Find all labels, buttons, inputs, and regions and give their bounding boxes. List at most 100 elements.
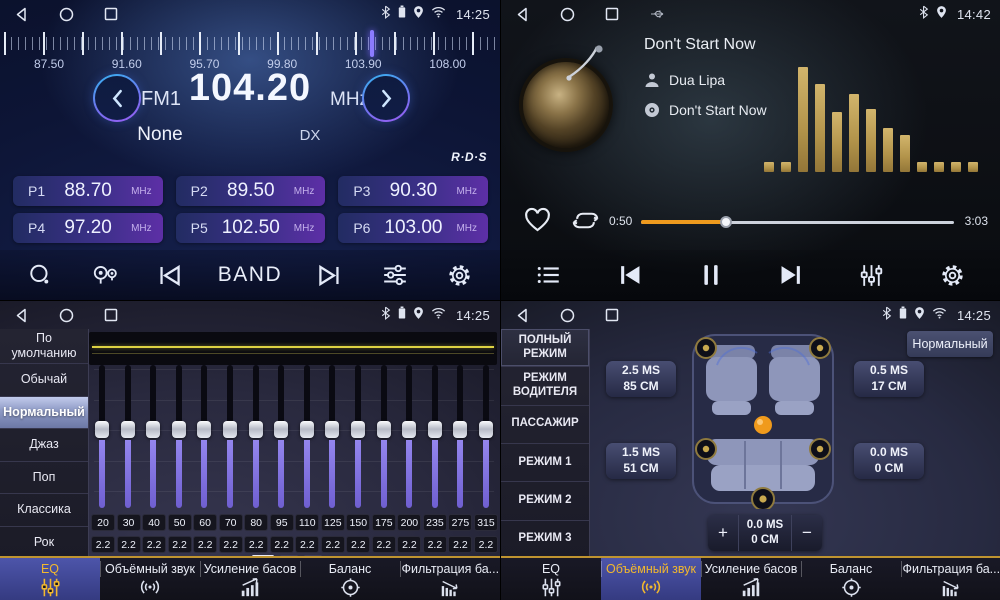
tab-bass-boost[interactable]: Усиление басов <box>701 558 801 600</box>
radio-preset-p2[interactable]: P289.50MHz <box>176 176 326 206</box>
increase-delay-button[interactable]: + <box>708 515 739 551</box>
nav-recents-icon[interactable] <box>104 7 118 21</box>
next-station-button[interactable] <box>313 264 347 287</box>
tab-eq[interactable]: EQ <box>0 558 100 600</box>
radio-preset-p4[interactable]: P497.20MHz <box>13 213 163 243</box>
slider-knob <box>146 421 160 438</box>
seek-bar[interactable] <box>641 218 954 226</box>
speaker-subwoofer[interactable] <box>752 488 774 509</box>
eq-band-slider[interactable] <box>375 363 393 511</box>
eq-band-slider[interactable] <box>119 363 137 511</box>
eq-preset-normal[interactable]: Нормальный <box>0 397 88 430</box>
seek-up-button[interactable] <box>362 74 410 122</box>
nav-home-icon[interactable] <box>560 7 575 22</box>
seek-knob[interactable] <box>720 216 732 228</box>
eq-preset-default[interactable]: По умолчанию <box>0 329 88 364</box>
status-time: 14:25 <box>456 7 490 22</box>
q-value: 2.2 <box>423 536 447 553</box>
tab-bass-boost[interactable]: Усиление басов <box>200 558 300 600</box>
eq-band-slider[interactable] <box>349 363 367 511</box>
eq-band-slider[interactable] <box>426 363 444 511</box>
elapsed-time: 0:50 <box>609 214 632 228</box>
eq-band-slider[interactable] <box>144 363 162 511</box>
tab-filtering[interactable]: Фильтрация ба... <box>400 558 500 600</box>
next-track-button[interactable] <box>774 263 808 287</box>
balance-icon <box>841 577 862 597</box>
nav-recents-icon[interactable] <box>605 7 619 21</box>
mode-mode1[interactable]: РЕЖИМ 1 <box>501 444 589 482</box>
balance-icon <box>340 577 361 597</box>
nav-recents-icon[interactable] <box>605 308 619 322</box>
eq-preset-classic[interactable]: Классика <box>0 494 88 527</box>
repeat-icon[interactable] <box>571 209 600 237</box>
scan-button[interactable] <box>23 263 57 287</box>
eq-band-slider[interactable] <box>247 363 265 511</box>
mode-driver[interactable]: РЕЖИМ ВОДИТЕЛЯ <box>501 367 589 405</box>
speaker-rear-right[interactable] <box>810 439 830 459</box>
pause-button[interactable] <box>694 262 728 288</box>
mode-mode3[interactable]: РЕЖИМ 3 <box>501 521 589 558</box>
eq-band-slider[interactable] <box>298 363 316 511</box>
rear-right-delay-box[interactable]: 0.0 MS 0 CM <box>854 443 924 479</box>
eq-band-slider[interactable] <box>195 363 213 511</box>
speaker-rear-left[interactable] <box>696 439 716 459</box>
nav-back-icon[interactable] <box>14 7 29 22</box>
eq-preset-jazz[interactable]: Джаз <box>0 429 88 462</box>
tab-balance[interactable]: Баланс <box>801 558 901 600</box>
frequency-scale[interactable] <box>0 32 500 56</box>
radio-preset-p1[interactable]: P188.70MHz <box>13 176 163 206</box>
favorite-heart-icon[interactable] <box>523 207 552 238</box>
seek-down-button[interactable] <box>93 74 141 122</box>
nav-back-icon[interactable] <box>515 7 530 22</box>
front-right-delay-box[interactable]: 0.5 MS 17 CM <box>854 361 924 397</box>
eq-preset-pop[interactable]: Поп <box>0 462 88 495</box>
radio-preset-p6[interactable]: P6103.00MHz <box>338 213 488 243</box>
tab-surround-sound[interactable]: Объёмный звук <box>601 558 701 600</box>
settings-gear-icon[interactable] <box>443 263 477 288</box>
eq-preset-rock[interactable]: Рок <box>0 527 88 559</box>
radio-preset-p5[interactable]: P5102.50MHz <box>176 213 326 243</box>
nav-home-icon[interactable] <box>59 308 74 323</box>
mode-passenger[interactable]: ПАССАЖИР <box>501 406 589 444</box>
playlist-button[interactable] <box>532 264 566 286</box>
delay-cm: 85 CM <box>623 379 658 395</box>
rear-left-delay-box[interactable]: 1.5 MS 51 CM <box>606 443 676 479</box>
eq-band-slider[interactable] <box>170 363 188 511</box>
eq-band-slider[interactable] <box>323 363 341 511</box>
tab-filtering[interactable]: Фильтрация ба... <box>901 558 1000 600</box>
radio-preset-p3[interactable]: P390.30MHz <box>338 176 488 206</box>
previous-track-button[interactable] <box>613 263 647 287</box>
eq-band-slider[interactable] <box>477 363 495 511</box>
speaker-front-left[interactable] <box>696 338 716 358</box>
nav-recents-icon[interactable] <box>104 308 118 322</box>
front-left-delay-box[interactable]: 2.5 MS 85 CM <box>606 361 676 397</box>
tab-surround-sound[interactable]: Объёмный звук <box>100 558 200 600</box>
eq-band-slider[interactable] <box>451 363 469 511</box>
nav-back-icon[interactable] <box>515 308 530 323</box>
band-button[interactable]: BAND <box>218 263 282 287</box>
previous-station-button[interactable] <box>153 264 187 287</box>
battery-icon <box>398 5 406 23</box>
visualizer-bar <box>917 162 927 172</box>
decrease-delay-button[interactable]: − <box>791 515 822 551</box>
nav-home-icon[interactable] <box>59 7 74 22</box>
tab-balance[interactable]: Баланс <box>300 558 400 600</box>
eq-preset-custom[interactable]: Обычай <box>0 364 88 397</box>
sound-preset-button[interactable]: Нормальный <box>907 331 993 357</box>
equalizer-button[interactable] <box>378 263 412 287</box>
nav-back-icon[interactable] <box>14 308 29 323</box>
eq-band-slider[interactable] <box>272 363 290 511</box>
listener-position-dot[interactable] <box>754 416 772 434</box>
preset-unit: MHz <box>294 223 315 234</box>
nav-home-icon[interactable] <box>560 308 575 323</box>
stations-button[interactable] <box>88 264 122 286</box>
settings-gear-icon[interactable] <box>936 263 970 288</box>
mode-mode2[interactable]: РЕЖИМ 2 <box>501 482 589 520</box>
eq-band-slider[interactable] <box>400 363 418 511</box>
eq-band-slider[interactable] <box>93 363 111 511</box>
mode-full[interactable]: ПОЛНЫЙ РЕЖИМ <box>501 329 589 367</box>
speaker-front-right[interactable] <box>810 338 830 358</box>
tab-eq[interactable]: EQ <box>501 558 601 600</box>
equalizer-button[interactable] <box>855 263 889 288</box>
eq-band-slider[interactable] <box>221 363 239 511</box>
